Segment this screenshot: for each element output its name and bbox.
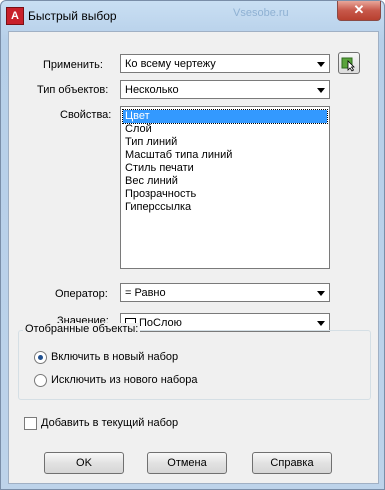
help-button[interactable]: Справка bbox=[252, 452, 332, 474]
watermark: Vsesobe.ru bbox=[233, 7, 289, 19]
close-icon: ✕ bbox=[353, 2, 365, 17]
chevron-down-icon bbox=[317, 62, 325, 67]
selected-objects-group: Отобранные объекты: Включить в новый наб… bbox=[18, 323, 371, 400]
select-objects-button[interactable] bbox=[338, 52, 360, 74]
exclude-radio[interactable] bbox=[34, 374, 47, 387]
object-type-select[interactable]: Несколько bbox=[120, 80, 330, 99]
append-checkbox-label[interactable]: Добавить в текущий набор bbox=[41, 417, 178, 429]
list-item-linetype-scale[interactable]: Масштаб типа линий bbox=[123, 149, 327, 162]
autocad-icon: A bbox=[6, 7, 24, 25]
properties-list[interactable]: Цвет Слой Тип линий Масштаб типа линий С… bbox=[120, 106, 330, 269]
apply-select[interactable]: Ко всему чертежу bbox=[120, 54, 330, 73]
list-item-linetype[interactable]: Тип линий bbox=[123, 136, 327, 149]
object-type-label: Тип объектов: bbox=[37, 84, 109, 96]
select-objects-icon bbox=[341, 57, 355, 72]
list-item-lineweight[interactable]: Вес линий bbox=[123, 175, 327, 188]
include-radio-label[interactable]: Включить в новый набор bbox=[51, 351, 178, 363]
chevron-down-icon bbox=[317, 321, 325, 326]
list-item-transparency[interactable]: Прозрачность bbox=[123, 188, 327, 201]
list-item-color[interactable]: Цвет bbox=[122, 109, 328, 124]
radio-dot-icon bbox=[38, 355, 43, 360]
cancel-button[interactable]: Отмена bbox=[147, 452, 227, 474]
list-item-layer[interactable]: Слой bbox=[123, 123, 327, 136]
dialog-body: Применить: Ко всему чертежу Тип объектов… bbox=[8, 31, 379, 484]
value-select-value: ПоСлою bbox=[139, 317, 182, 329]
include-radio[interactable] bbox=[34, 351, 47, 364]
operator-select[interactable]: = Равно bbox=[120, 283, 330, 302]
operator-select-value: = Равно bbox=[125, 287, 166, 299]
selected-objects-title: Отобранные объекты: bbox=[23, 323, 141, 335]
operator-label: Оператор: bbox=[55, 288, 108, 300]
object-type-select-value: Несколько bbox=[125, 84, 179, 96]
chevron-down-icon bbox=[317, 88, 325, 93]
append-checkbox[interactable] bbox=[24, 417, 37, 430]
apply-label: Применить: bbox=[43, 59, 103, 71]
properties-label: Свойства: bbox=[60, 109, 112, 121]
quick-select-dialog: A Быстрый выбор Vsesobe.ru ✕ Применить: … bbox=[0, 0, 385, 490]
title-bar[interactable]: A Быстрый выбор Vsesobe.ru ✕ bbox=[1, 1, 384, 31]
list-item-hyperlink[interactable]: Гиперссылка bbox=[123, 201, 327, 214]
apply-select-value: Ко всему чертежу bbox=[125, 58, 216, 70]
chevron-down-icon bbox=[317, 291, 325, 296]
close-button[interactable]: ✕ bbox=[337, 1, 381, 21]
ok-button[interactable]: OK bbox=[44, 452, 124, 474]
exclude-radio-label[interactable]: Исключить из нового набора bbox=[51, 374, 198, 386]
window-title: Быстрый выбор bbox=[28, 9, 117, 23]
list-item-plot-style[interactable]: Стиль печати bbox=[123, 162, 327, 175]
